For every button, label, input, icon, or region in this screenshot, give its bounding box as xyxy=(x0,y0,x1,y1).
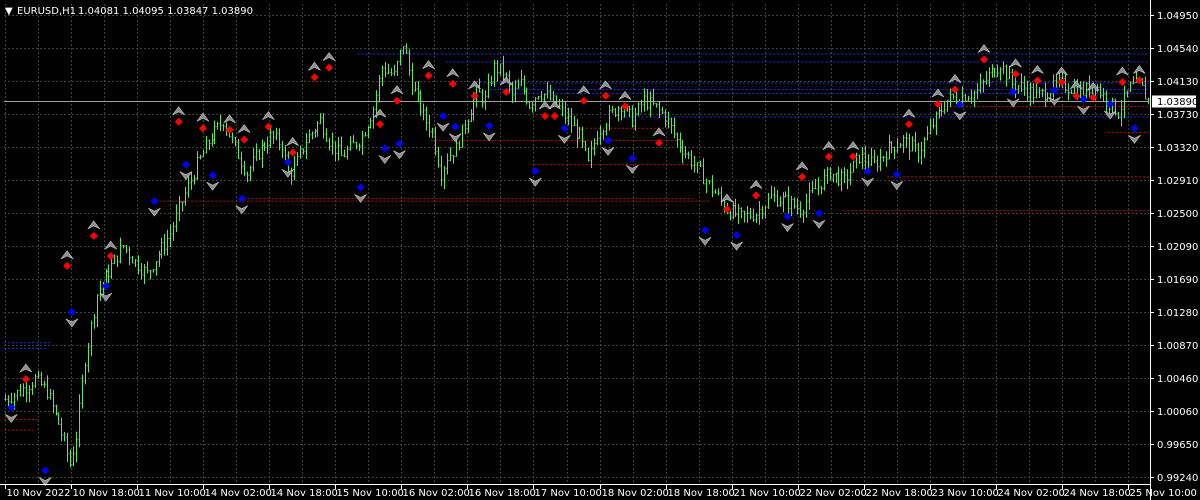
time-tick-label: 18 Nov 18:00 xyxy=(668,488,735,499)
time-tick-label: 21 Nov 10:00 xyxy=(734,488,801,499)
price-tick-label: 1.04130 xyxy=(1157,77,1198,88)
price-tick-label: 1.01690 xyxy=(1157,275,1198,286)
price-tick-label: 1.00460 xyxy=(1157,374,1198,385)
time-tick-label: 11 Nov 10:00 xyxy=(139,488,206,499)
current-price-label: 1.03890 xyxy=(1157,97,1198,108)
time-tick-label: 22 Nov 02:00 xyxy=(800,488,867,499)
time-tick-label: 14 Nov 18:00 xyxy=(271,488,338,499)
chart-header: ▼ EURUSD,H1 1.04081 1.04095 1.03847 1.03… xyxy=(5,6,253,17)
time-tick-label: 25 Nov 10:00 xyxy=(1130,488,1197,499)
price-chart[interactable]: 1.04950 1.04540 1.04130 1.03730 1.03320 1.029… xyxy=(0,0,1200,500)
price-tick-label: 1.03730 xyxy=(1157,110,1198,121)
time-tick-label: 16 Nov 18:00 xyxy=(469,488,536,499)
price-tick-label: 1.00060 xyxy=(1157,407,1198,418)
time-tick-label: 17 Nov 10:00 xyxy=(535,488,602,499)
price-tick-label: 1.04950 xyxy=(1157,11,1198,22)
time-tick-label: 16 Nov 02:00 xyxy=(403,488,470,499)
price-tick-label: 0.99240 xyxy=(1157,473,1198,484)
price-tick-label: 1.04540 xyxy=(1157,44,1198,55)
time-tick-label: 15 Nov 10:00 xyxy=(337,488,404,499)
price-tick-label: 0.99650 xyxy=(1157,440,1198,451)
price-tick-label: 1.03320 xyxy=(1157,143,1198,154)
time-tick-label: 10 Nov 18:00 xyxy=(73,488,140,499)
time-tick-label: 23 Nov 10:00 xyxy=(932,488,999,499)
price-tick-label: 1.01280 xyxy=(1157,308,1198,319)
price-tick-label: 1.02090 xyxy=(1157,242,1198,253)
symbol-label: EURUSD,H1 xyxy=(17,6,76,17)
menu-arrow-icon[interactable]: ▼ xyxy=(5,6,13,17)
price-tick-label: 1.02500 xyxy=(1157,209,1198,220)
price-tick-label: 1.00870 xyxy=(1157,341,1198,352)
time-tick-label: 14 Nov 02:00 xyxy=(205,488,272,499)
time-tick-label: 24 Nov 18:00 xyxy=(1064,488,1131,499)
time-tick-label: 18 Nov 02:00 xyxy=(602,488,669,499)
ohlc-readout: 1.04081 1.04095 1.03847 1.03890 xyxy=(78,6,253,17)
time-tick-label: 22 Nov 18:00 xyxy=(866,488,933,499)
price-tick-label: 1.02910 xyxy=(1157,176,1198,187)
time-tick-label: 10 Nov 2022 xyxy=(7,488,71,499)
time-tick-label: 24 Nov 02:00 xyxy=(998,488,1065,499)
